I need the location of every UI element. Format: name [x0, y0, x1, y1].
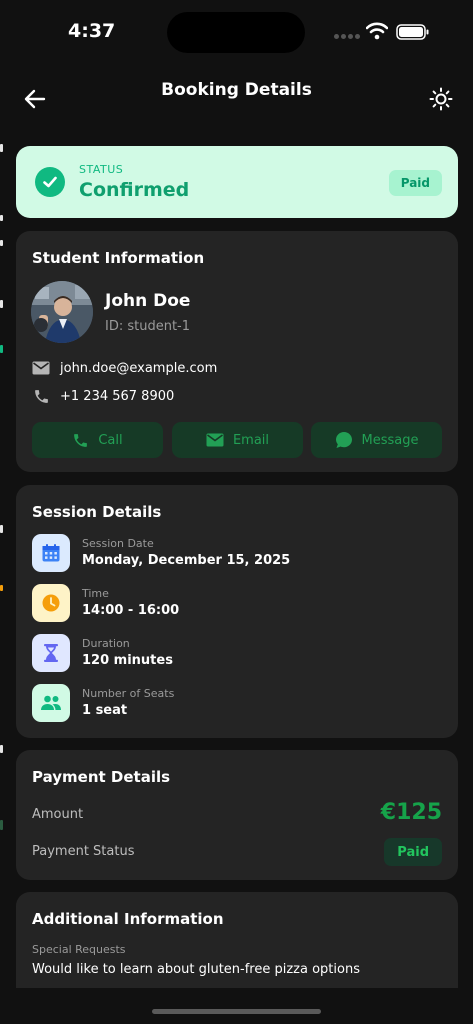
- session-date-label: Session Date: [82, 537, 154, 550]
- session-duration-row: Duration 120 minutes: [32, 634, 432, 674]
- session-time-label: Time: [82, 587, 109, 600]
- email-row[interactable]: john.doe@example.com: [32, 359, 217, 377]
- hourglass-icon: [32, 634, 70, 672]
- calendar-icon: [32, 534, 70, 572]
- status-time: 4:37: [68, 20, 116, 42]
- check-circle-icon: [35, 167, 65, 197]
- student-email: john.doe@example.com: [60, 360, 218, 376]
- dynamic-island: [167, 12, 305, 53]
- clock-icon: [32, 584, 70, 622]
- session-seats-label: Number of Seats: [82, 687, 175, 700]
- status-bar: 4:37: [0, 0, 473, 62]
- session-time-value: 14:00 - 16:00: [82, 603, 180, 618]
- message-button-label: Message: [361, 432, 419, 448]
- signal-icon: [334, 34, 360, 40]
- payment-status-badge: Paid: [384, 838, 442, 866]
- phone-icon: [32, 387, 50, 405]
- student-section-title: Student Information: [32, 249, 205, 267]
- chat-bubble-icon: [335, 432, 352, 448]
- battery-icon: [396, 24, 429, 40]
- payment-section-title: Payment Details: [32, 768, 171, 786]
- envelope-icon: [206, 433, 224, 447]
- student-id: ID: student-1: [105, 319, 191, 334]
- session-details-card: Session Details Session Date Monday, Dec…: [16, 485, 458, 738]
- additional-section-title: Additional Information: [32, 910, 224, 928]
- message-button[interactable]: Message: [311, 422, 442, 458]
- email-button[interactable]: Email: [172, 422, 303, 458]
- session-duration-value: 120 minutes: [82, 653, 173, 668]
- phone-row[interactable]: +1 234 567 8900: [32, 387, 174, 405]
- wifi-icon: [366, 22, 388, 40]
- sun-icon: [429, 87, 453, 111]
- envelope-icon: [32, 359, 50, 377]
- additional-information-card: Additional Information Special Requests …: [16, 892, 458, 988]
- avatar: [31, 281, 93, 343]
- session-duration-label: Duration: [82, 637, 130, 650]
- call-button[interactable]: Call: [32, 422, 163, 458]
- session-date-row: Session Date Monday, December 15, 2025: [32, 534, 432, 574]
- app-header: Booking Details: [0, 62, 473, 132]
- amount-label: Amount: [32, 807, 84, 822]
- status-value: Confirmed: [79, 179, 190, 201]
- payment-status-badge: Paid: [388, 170, 442, 196]
- special-requests-value: Would like to learn about gluten-free pi…: [32, 962, 360, 977]
- session-seats-row: Number of Seats 1 seat: [32, 684, 432, 724]
- student-phone: +1 234 567 8900: [60, 388, 175, 404]
- session-seats-value: 1 seat: [82, 703, 128, 718]
- background-page-edge: [0, 130, 4, 990]
- student-information-card: Student Information John Doe ID: student…: [16, 231, 458, 472]
- page-title: Booking Details: [161, 80, 312, 100]
- status-label: STATUS: [79, 163, 124, 176]
- booking-status-card: STATUS Confirmed Paid: [16, 146, 458, 218]
- payment-details-card: Payment Details Amount €125 Payment Stat…: [16, 750, 458, 880]
- people-icon: [32, 684, 70, 722]
- theme-toggle-button[interactable]: [424, 82, 458, 116]
- session-time-row: Time 14:00 - 16:00: [32, 584, 432, 624]
- home-indicator[interactable]: [152, 1009, 321, 1014]
- email-button-label: Email: [232, 432, 270, 448]
- payment-status-label: Payment Status: [32, 844, 135, 859]
- session-date-value: Monday, December 15, 2025: [82, 553, 291, 568]
- student-name: John Doe: [105, 291, 191, 311]
- phone-icon: [74, 433, 88, 447]
- call-button-label: Call: [98, 432, 123, 448]
- session-section-title: Session Details: [32, 503, 162, 521]
- amount-value: €125: [380, 800, 442, 825]
- special-requests-label: Special Requests: [32, 943, 126, 956]
